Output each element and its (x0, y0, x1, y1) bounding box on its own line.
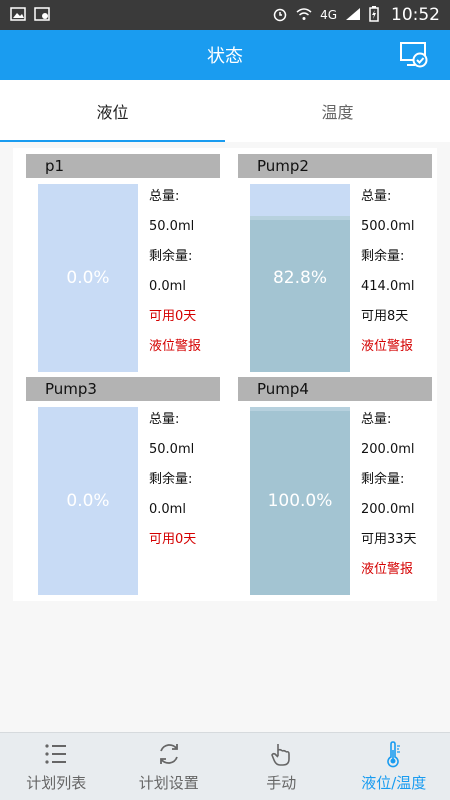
level-alarm: 液位警报 (361, 562, 414, 577)
total-label: 总量: (149, 412, 180, 427)
remaining-value: 0.0ml (149, 279, 186, 294)
pump-name: Pump3 (26, 377, 220, 401)
pump-panel: p1 0.0% 总量: 50.0ml 剩余量: 0.0ml 可用0天 液位警报 … (13, 148, 437, 601)
page-title: 状态 (207, 46, 243, 67)
pump-info: 总量: 50.0ml 剩余量: 0.0ml 可用0天 液位警报 (149, 182, 201, 362)
level-alarm: 液位警报 (149, 339, 202, 354)
total-value: 50.0ml (149, 219, 195, 234)
pump-name: p1 (26, 154, 220, 178)
alarm-clock-icon (272, 6, 288, 25)
status-bar: 4G 10:52 (0, 0, 450, 30)
tank-percent: 0.0% (66, 268, 110, 288)
tank-fill (250, 216, 350, 372)
nav-label: 计划列表 (26, 774, 87, 792)
app-bar: 状态 (0, 30, 450, 80)
hand-icon (271, 744, 291, 766)
nav-plan-list[interactable]: 计划列表 (0, 733, 113, 800)
level-alarm: 液位警报 (361, 339, 414, 354)
pump-name: Pump4 (238, 377, 432, 401)
available-days: 可用0天 (149, 309, 197, 324)
remaining-label: 剩余量: (149, 472, 193, 487)
total-value: 50.0ml (149, 442, 195, 457)
pump-info: 总量: 50.0ml 剩余量: 0.0ml 可用0天 (149, 405, 196, 555)
available-days: 可用8天 (361, 309, 409, 324)
pump-info: 总量: 500.0ml 剩余量: 414.0ml 可用8天 液位警报 (361, 182, 415, 362)
tank-percent: 82.8% (272, 268, 327, 288)
tank-gauge: 82.8% (250, 184, 350, 372)
nav-manual[interactable]: 手动 (225, 733, 338, 800)
tank-gauge: 100.0% (250, 407, 350, 595)
remaining-value: 0.0ml (149, 502, 186, 517)
nav-label: 计划设置 (138, 774, 199, 792)
nav-label: 液位/温度 (361, 774, 427, 792)
image-icon (10, 6, 26, 25)
monitor-check-icon (400, 42, 428, 68)
tab-bar: 液位 温度 (0, 80, 450, 142)
gallery-icon (34, 6, 50, 25)
nav-level-temperature[interactable]: 液位/温度 (338, 733, 450, 800)
thermometer-icon (386, 741, 400, 768)
remaining-value: 200.0ml (361, 502, 415, 517)
total-label: 总量: (149, 189, 180, 204)
network-type-label: 4G (320, 8, 337, 22)
bottom-nav: 计划列表 计划设置 手动 液位/温度 (0, 732, 450, 800)
device-connect-button[interactable] (398, 40, 430, 70)
total-value: 500.0ml (361, 219, 415, 234)
remaining-label: 剩余量: (149, 249, 193, 264)
available-days: 可用0天 (149, 532, 197, 547)
tank-percent: 0.0% (66, 491, 110, 511)
tank-surface (250, 216, 350, 221)
pump-card: p1 0.0% 总量: 50.0ml 剩余量: 0.0ml 可用0天 液位警报 (26, 154, 220, 372)
pump-card: Pump2 82.8% 总量: 500.0ml 剩余量: 414.0ml 可用8… (238, 154, 432, 372)
remaining-value: 414.0ml (361, 279, 415, 294)
refresh-icon (159, 744, 178, 764)
pump-info: 总量: 200.0ml 剩余量: 200.0ml 可用33天 液位警报 (361, 405, 417, 585)
tank-gauge: 0.0% (38, 407, 138, 595)
total-label: 总量: (361, 412, 392, 427)
wifi-icon (296, 7, 312, 24)
nav-label: 手动 (266, 774, 297, 792)
tank-gauge: 0.0% (38, 184, 138, 372)
remaining-label: 剩余量: (361, 249, 405, 264)
tank-percent: 100.0% (267, 491, 333, 511)
signal-icon (345, 7, 361, 24)
pump-name: Pump2 (238, 154, 432, 178)
list-icon (45, 744, 67, 764)
total-value: 200.0ml (361, 442, 415, 457)
pump-card: Pump3 0.0% 总量: 50.0ml 剩余量: 0.0ml 可用0天 (26, 377, 220, 595)
nav-plan-settings[interactable]: 计划设置 (113, 733, 226, 800)
tab-temperature[interactable]: 温度 (225, 80, 450, 142)
battery-icon (369, 5, 379, 25)
total-label: 总量: (361, 189, 392, 204)
available-days: 可用33天 (361, 532, 417, 547)
tab-level[interactable]: 液位 (0, 80, 225, 142)
status-time: 10:52 (391, 5, 440, 25)
pump-card: Pump4 100.0% 总量: 200.0ml 剩余量: 200.0ml 可用… (238, 377, 432, 595)
remaining-label: 剩余量: (361, 472, 405, 487)
tank-surface (250, 407, 350, 411)
